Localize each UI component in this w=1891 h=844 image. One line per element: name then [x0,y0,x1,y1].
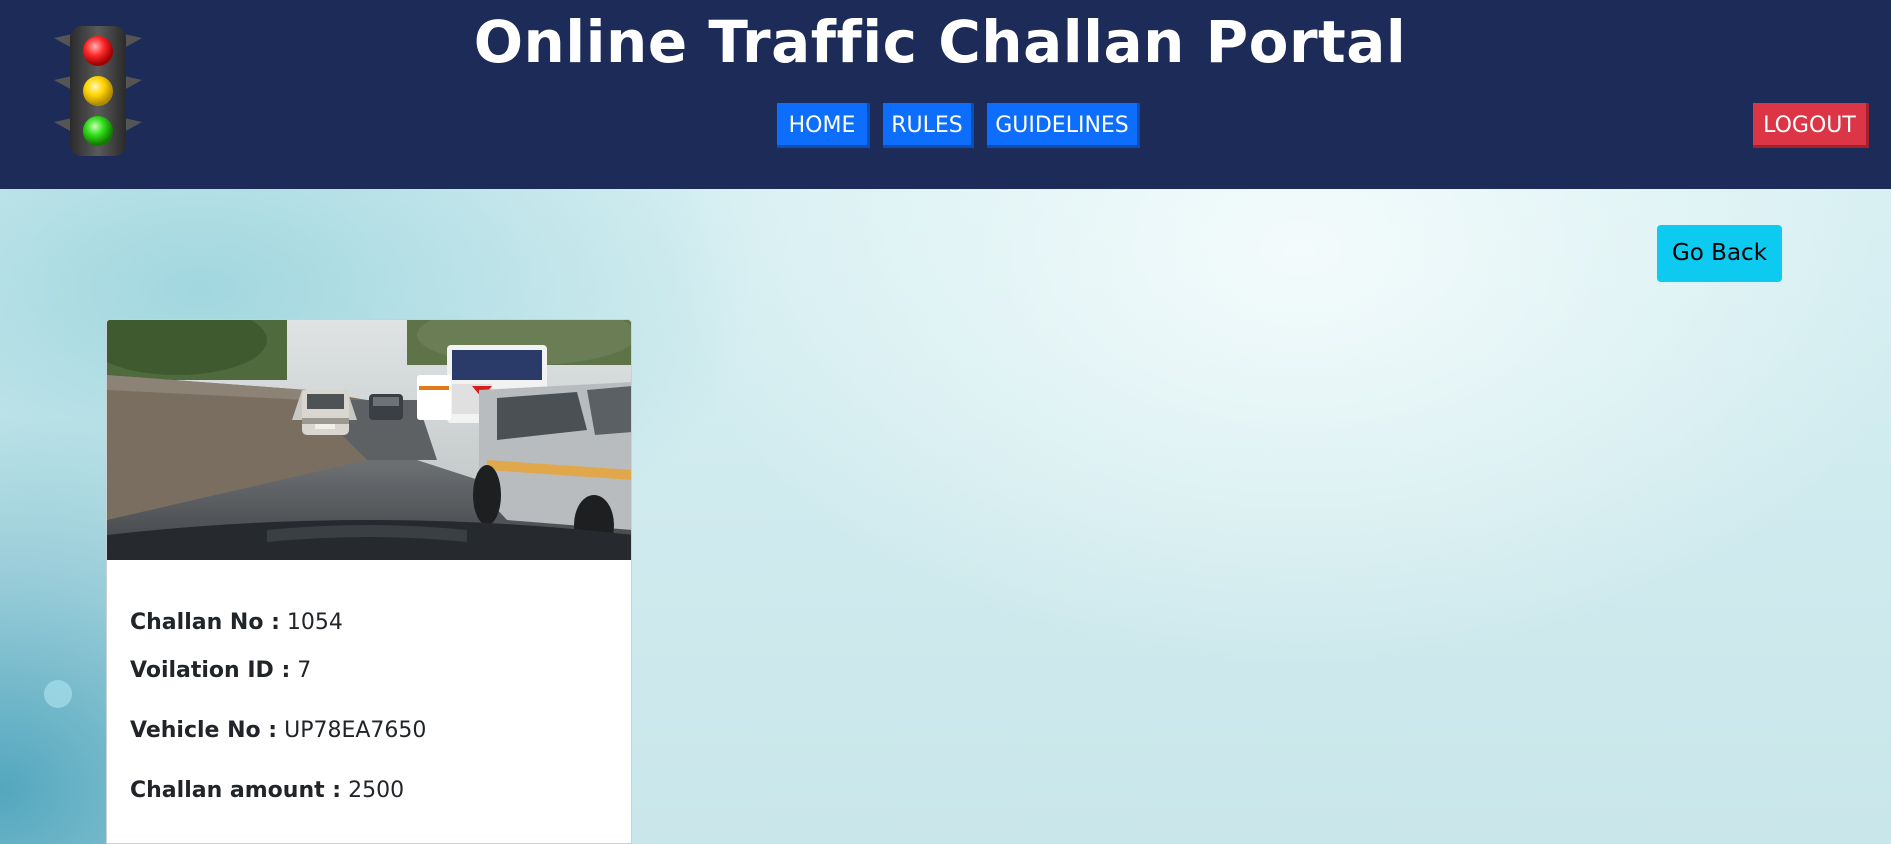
nav-home-button[interactable]: HOME [777,103,870,148]
nav-guidelines-button[interactable]: GUIDELINES [987,103,1140,148]
nav-rules-button[interactable]: RULES [883,103,974,148]
challan-card: Challan No : 1054 Voilation ID : 7 Vehic… [106,319,632,844]
challan-amount-field: Challan amount : 2500 [130,778,404,803]
challan-number-field: Challan No : 1054 [130,610,343,635]
vehicle-number-field: Vehicle No : UP78EA7650 [130,718,426,743]
logout-button[interactable]: LOGOUT [1753,103,1869,148]
go-back-button[interactable]: Go Back [1657,225,1782,282]
challan-number-label: Challan No : [130,610,280,635]
violation-id-value: 7 [297,658,312,683]
header-bar: Online Traffic Challan Portal HOME RULES… [0,0,1891,189]
challan-amount-label: Challan amount : [130,778,342,803]
background-bokeh [44,680,72,708]
traffic-road-photo [107,320,631,560]
violation-id-label: Voilation ID : [130,658,291,683]
page-title: Online Traffic Challan Portal [473,8,1407,76]
challan-number-value: 1054 [286,610,343,635]
vehicle-number-label: Vehicle No : [130,718,278,743]
challan-amount-value: 2500 [348,778,405,803]
violation-id-field: Voilation ID : 7 [130,658,311,683]
vehicle-number-value: UP78EA7650 [284,718,427,743]
